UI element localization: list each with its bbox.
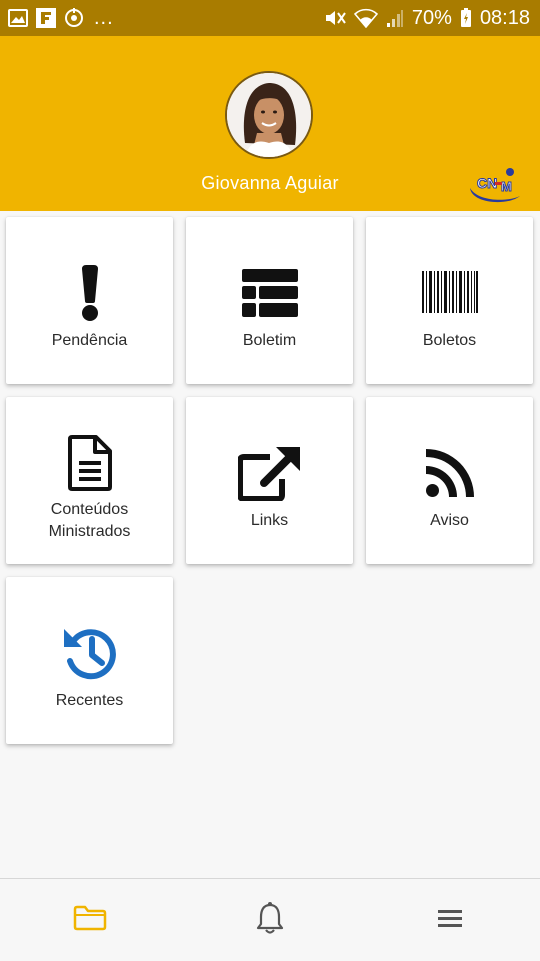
exclamation-icon [6,265,173,321]
wifi-icon [353,8,378,28]
table-list-icon [186,269,353,317]
tile-label: Aviso [430,512,469,529]
image-notification-icon [8,9,28,27]
clock: 08:18 [479,6,530,29]
status-bar-left: ... [8,7,114,30]
school-logo: CN M [468,166,522,206]
tile-links[interactable]: Links [186,397,353,564]
app-notification-icon [36,8,56,28]
tile-recentes[interactable]: Recentes [6,577,173,744]
tile-conteudos-ministrados[interactable]: Conteúdos Ministrados [6,397,173,564]
tile-label: Boletim [242,332,297,349]
battery-charging-icon [460,8,472,28]
bell-icon [255,901,285,940]
avatar[interactable] [225,71,313,159]
tile-label: Pendência [51,332,128,349]
tile-pendencia[interactable]: Pendência [6,217,173,384]
svg-text:CN: CN [477,175,497,191]
user-name: Giovanna Aguiar [201,173,339,193]
tile-label: Links [250,512,289,529]
mute-icon [324,8,346,28]
status-bar: ... 70% 08:18 [0,0,540,36]
history-icon [6,625,173,681]
tile-boletos[interactable]: Boletos [366,217,533,384]
tile-aviso[interactable]: Aviso [366,397,533,564]
tile-boletim[interactable]: Boletim [186,217,353,384]
external-link-icon [186,445,353,501]
tile-label: Conteúdos [50,501,129,518]
folder-icon [73,905,107,936]
svg-text:M: M [501,179,512,194]
tile-label: Boletos [422,332,477,349]
bottom-navigation [0,878,540,961]
sync-notification-icon [64,8,84,28]
profile-header: Giovanna Aguiar CN M [0,36,540,211]
more-notifications-indicator: ... [94,6,114,29]
nav-folder-button[interactable] [0,879,180,961]
barcode-icon [366,271,533,313]
menu-icon [437,908,463,933]
battery-percent: 70% [411,6,452,29]
rss-icon [366,449,533,497]
status-bar-right: 70% 08:18 [324,7,530,30]
document-icon [6,435,173,491]
signal-icon [386,8,404,28]
nav-menu-button[interactable] [360,879,540,961]
nav-notifications-button[interactable] [180,879,360,961]
tile-label: Recentes [55,692,124,709]
tile-label-line2: Ministrados [48,523,131,540]
